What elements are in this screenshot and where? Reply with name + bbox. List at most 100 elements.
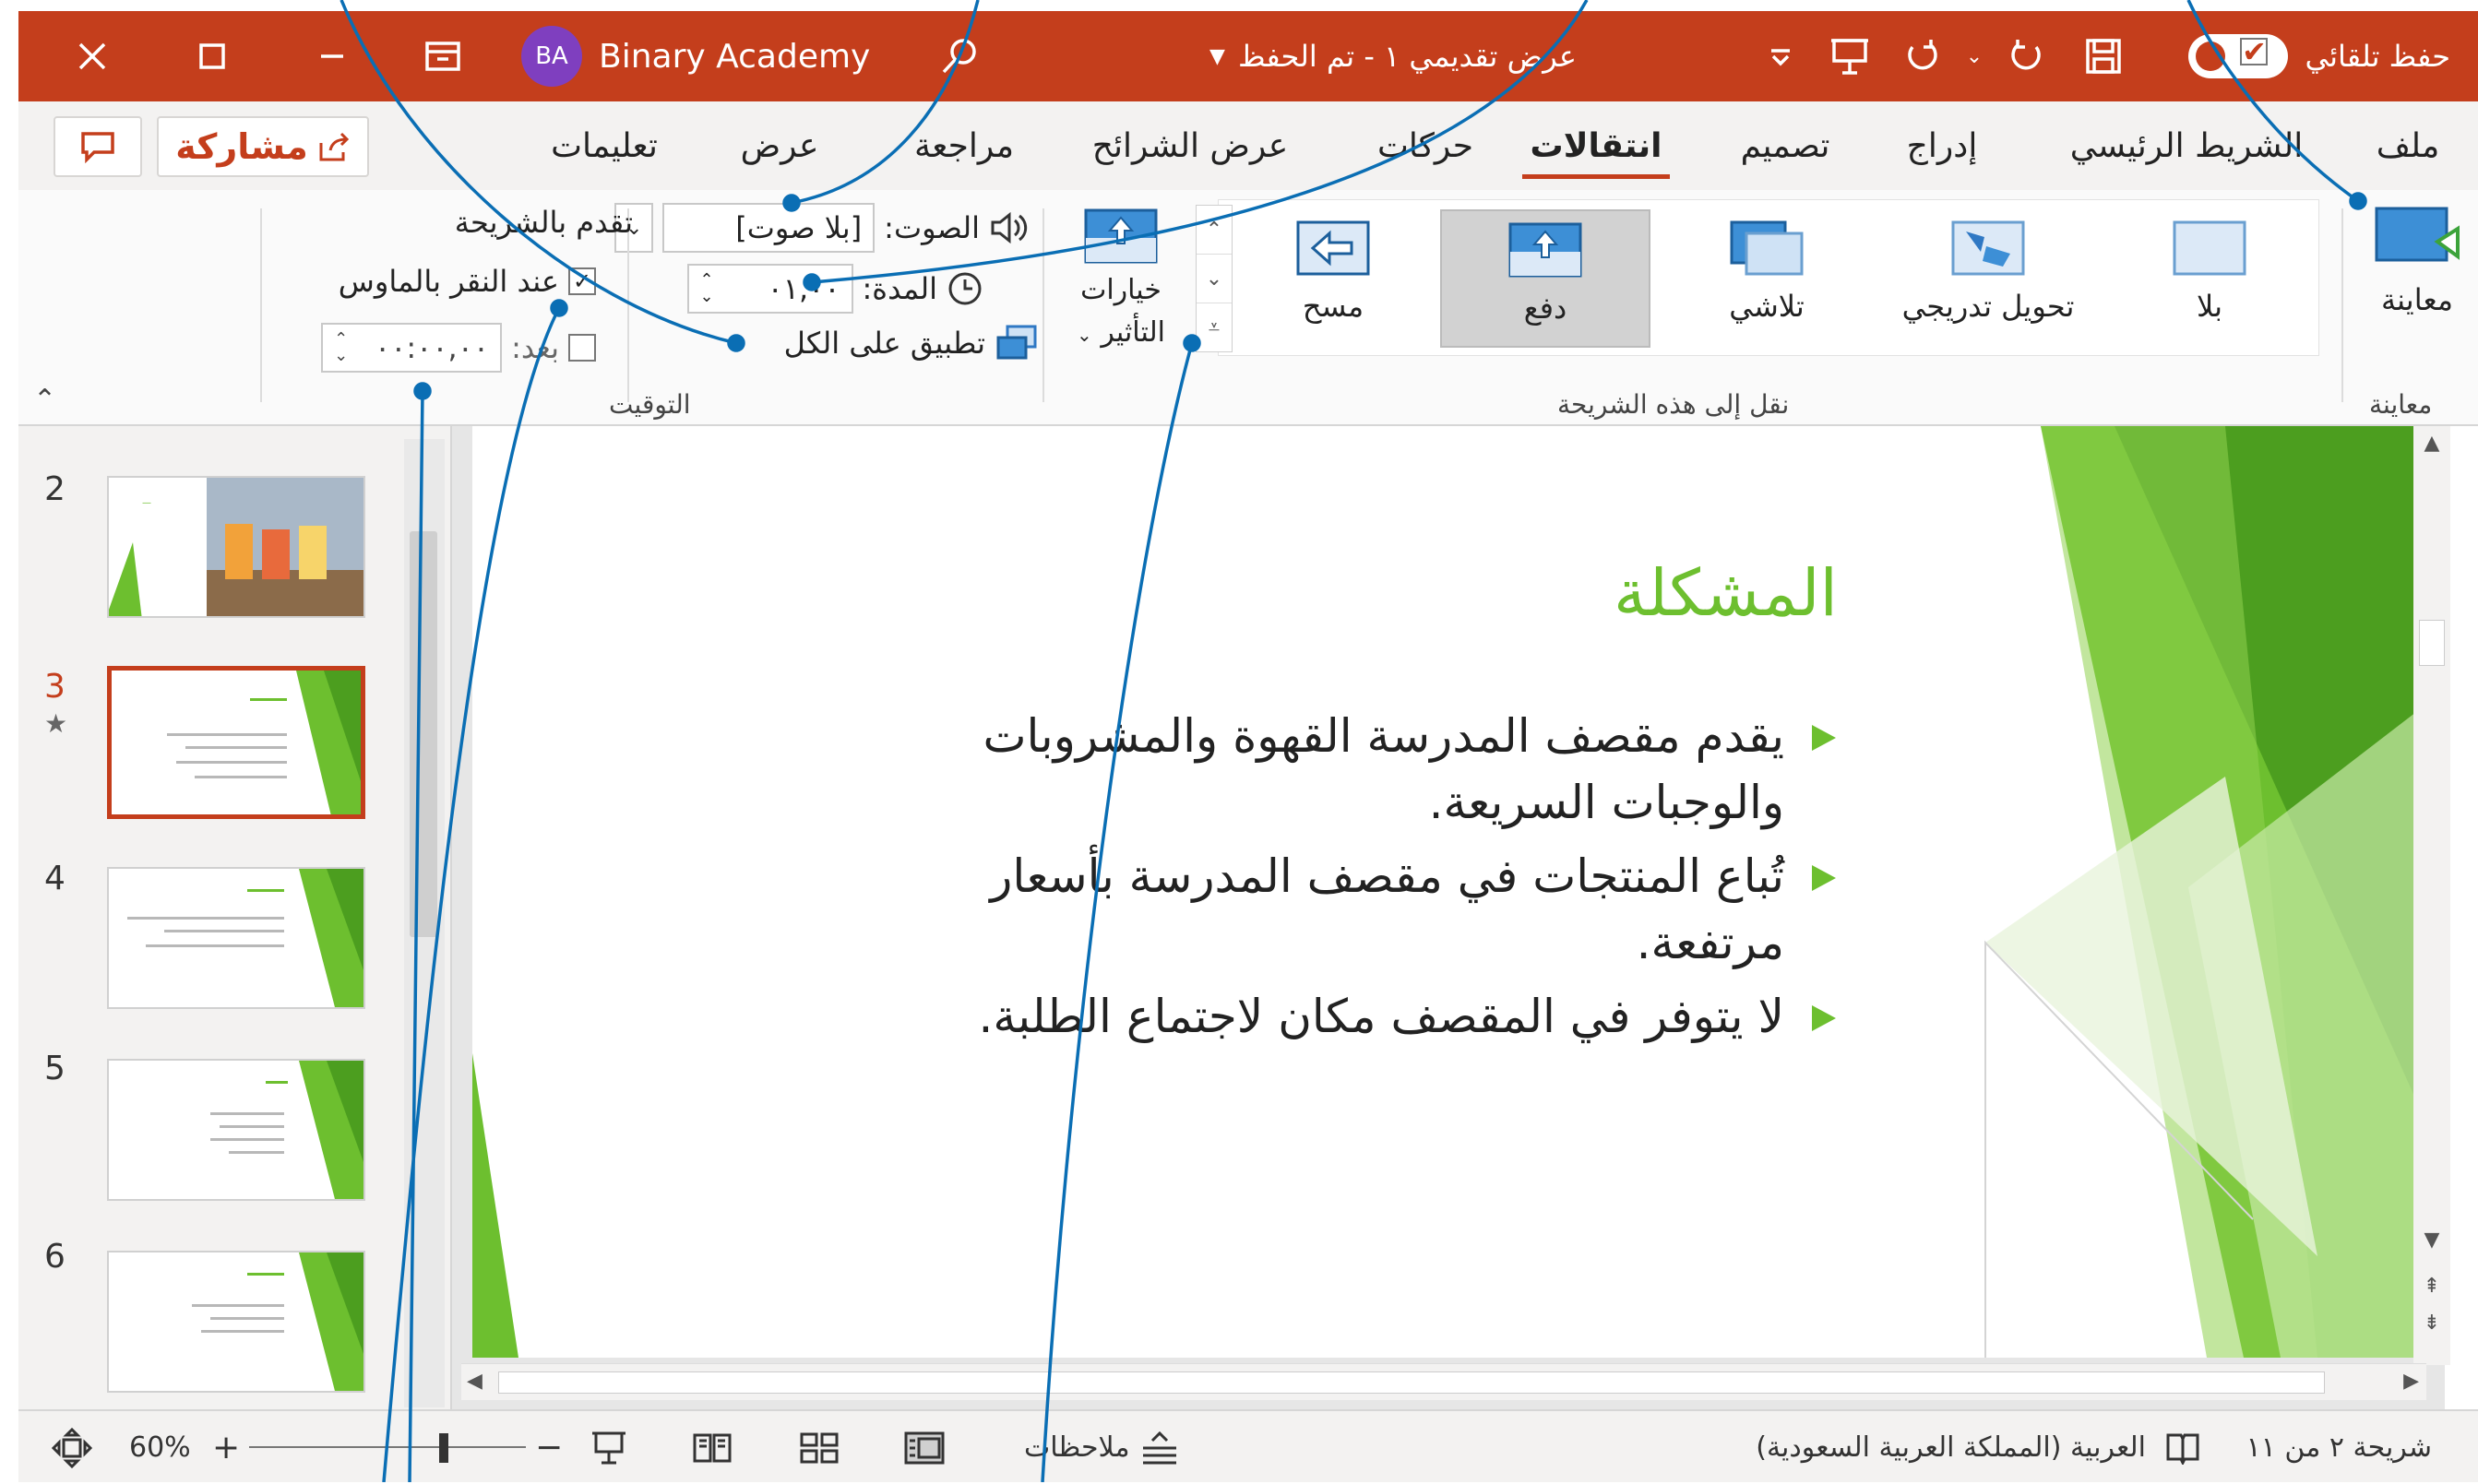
autosave-toggle[interactable]: ✔ xyxy=(2188,34,2289,78)
autosave-control[interactable]: حفظ تلقائي ✔ xyxy=(2188,11,2450,101)
scroll-left-icon[interactable]: ◀ xyxy=(467,1370,482,1393)
scroll-up-icon[interactable]: ▲ xyxy=(2413,432,2450,455)
current-slide[interactable]: المشكلة يقدم مقصف المدرسة القهوة والمشرو… xyxy=(472,426,2428,1358)
toggle-knob xyxy=(2196,42,2226,71)
slide-title[interactable]: المشكلة xyxy=(1614,555,1838,631)
tab-help[interactable]: تعليمات xyxy=(535,118,673,173)
collapse-ribbon-icon[interactable]: ⌃ xyxy=(33,384,56,416)
slideshow-view-button[interactable] xyxy=(590,1411,627,1484)
spinner-arrows-icon[interactable]: ⌃ ⌄ xyxy=(334,331,348,364)
tab-design[interactable]: تصميم xyxy=(1725,118,1845,173)
title-bar: BA Binary Academy عرض تقديمي ١ - تم الحف… xyxy=(18,11,2478,101)
scroll-right-icon[interactable]: ▶ xyxy=(2403,1370,2419,1393)
sound-value: [بلا صوت] xyxy=(735,210,863,245)
ribbon-display-button[interactable] xyxy=(387,11,498,101)
close-button[interactable] xyxy=(37,11,148,101)
tab-view[interactable]: عرض xyxy=(729,118,830,173)
reading-view-button[interactable] xyxy=(692,1411,733,1484)
gallery-up-button[interactable]: ⌃ xyxy=(1197,206,1232,255)
comment-icon xyxy=(81,132,114,163)
normal-view-button[interactable] xyxy=(904,1411,945,1484)
slide-sorter-icon xyxy=(800,1432,839,1463)
account-button[interactable]: BA Binary Academy xyxy=(521,26,870,87)
transition-fade[interactable]: تلاشي xyxy=(1662,209,1872,348)
notes-label: ملاحظات xyxy=(1024,1431,1130,1464)
preview-button[interactable]: معاينة xyxy=(2362,203,2472,350)
redo-dropdown[interactable]: ⌄ xyxy=(1956,11,1993,101)
book-icon xyxy=(2166,1433,2199,1465)
search-button[interactable] xyxy=(923,11,996,101)
gallery-down-button[interactable]: ⌄ xyxy=(1197,255,1232,303)
vertical-scrollbar[interactable]: ▲ ▼ ⇞ ⇟ xyxy=(2413,426,2450,1365)
duration-label: المدة: xyxy=(862,271,937,306)
tab-home[interactable]: الشريط الرئيسي xyxy=(2048,118,2325,173)
redo-button[interactable] xyxy=(1891,11,1956,101)
duration-spinner[interactable]: ٠١,٠٠ ⌃ ⌄ xyxy=(686,264,853,314)
zoom-out-button[interactable]: − xyxy=(535,1411,563,1484)
scrollbar-thumb[interactable] xyxy=(410,531,437,937)
slide-bullet-list[interactable]: يقدم مقصف المدرسة القهوة والمشروبات والو… xyxy=(841,703,1838,1057)
thumbnail-number: 4 xyxy=(44,860,66,897)
next-slide-icon[interactable]: ⇟ xyxy=(2413,1312,2450,1335)
effect-options-button[interactable]: خيارات التأثير ⌄ xyxy=(1070,207,1172,363)
group-divider xyxy=(1042,208,1044,402)
transition-wipe[interactable]: مسح xyxy=(1228,209,1438,348)
language-indicator[interactable]: العربية (المملكة العربية السعودية) xyxy=(1756,1411,2146,1484)
transition-none[interactable]: بلا xyxy=(2104,209,2315,348)
transition-morph[interactable]: تحويل تدريجي xyxy=(1883,209,2093,348)
normal-view-icon xyxy=(904,1431,945,1464)
effect-options-line2: التأثير xyxy=(1101,316,1165,349)
transition-label: مسح xyxy=(1302,289,1364,324)
previous-slide-icon[interactable]: ⇞ xyxy=(2413,1275,2450,1298)
spinner-arrows-icon[interactable]: ⌃ ⌄ xyxy=(700,272,714,305)
gallery-more-button[interactable]: ⩡ xyxy=(1197,303,1232,351)
transition-wipe-icon xyxy=(1296,220,1370,276)
minimize-button[interactable] xyxy=(277,11,387,101)
transitions-gallery: بلا تحويل تدريجي تلاشي دفع مسح xyxy=(1218,199,2319,356)
spell-check-button[interactable] xyxy=(2164,1411,2201,1484)
tab-review[interactable]: مراجعة xyxy=(890,118,1038,173)
duration-row: المدة: ٠١,٠٠ ⌃ ⌄ xyxy=(686,264,983,314)
share-button[interactable]: مشاركة xyxy=(157,116,369,177)
ribbon-display-icon xyxy=(425,42,460,71)
save-button[interactable] xyxy=(2071,11,2136,101)
horizontal-scrollbar[interactable]: ◀ ▶ xyxy=(461,1363,2426,1400)
on-click-label: عند النقر بالماوس xyxy=(338,264,559,299)
tab-slideshow[interactable]: عرض الشرائح xyxy=(1079,118,1301,173)
thumbnail-image xyxy=(107,666,365,819)
undo-button[interactable] xyxy=(1993,11,2057,101)
tab-transitions[interactable]: انتقالات xyxy=(1522,118,1670,179)
timing-group-label: التوقيت xyxy=(609,389,691,420)
maximize-button[interactable] xyxy=(157,11,268,101)
tab-file[interactable]: ملف xyxy=(2366,118,2449,173)
undo-icon xyxy=(2011,40,2041,70)
tab-animations[interactable]: حركات xyxy=(1365,118,1485,173)
scrollbar-thumb[interactable] xyxy=(2419,620,2445,666)
on-click-checkbox[interactable]: ✓ xyxy=(568,267,596,295)
thumbnails-scrollbar[interactable] xyxy=(404,439,445,1407)
transition-push[interactable]: دفع xyxy=(1440,209,1650,348)
transition-push-icon xyxy=(1508,222,1582,278)
scroll-down-icon[interactable]: ▼ xyxy=(2413,1229,2450,1252)
zoom-in-button[interactable]: + xyxy=(212,1411,240,1484)
on-mouse-click-option[interactable]: ✓ عند النقر بالماوس xyxy=(339,264,596,299)
apply-to-all-button[interactable]: تطبيق على الكل xyxy=(784,325,1039,362)
slide-editor: المشكلة يقدم مقصف المدرسة القهوة والمشرو… xyxy=(452,426,2445,1409)
customize-toolbar-button[interactable] xyxy=(1753,11,1808,101)
after-checkbox[interactable] xyxy=(568,334,596,362)
scrollbar-thumb[interactable] xyxy=(498,1371,2325,1394)
tab-insert[interactable]: إدراج xyxy=(1891,118,1993,173)
document-title[interactable]: عرض تقديمي ١ - تم الحفظ ▼ xyxy=(1190,11,1596,101)
duration-value: ٠١,٠٠ xyxy=(767,271,840,306)
fit-to-window-button[interactable] xyxy=(52,1411,92,1484)
present-from-start-button[interactable] xyxy=(1817,11,1882,101)
document-title-text: عرض تقديمي ١ - تم الحفظ xyxy=(1237,39,1577,74)
slide-sorter-button[interactable] xyxy=(799,1411,840,1484)
zoom-slider[interactable] xyxy=(249,1411,526,1484)
notes-button[interactable]: ملاحظات xyxy=(1024,1411,1180,1484)
after-time-spinner[interactable]: ٠٠:٠٠,٠٠ ⌃ ⌄ xyxy=(321,323,503,373)
comments-button[interactable] xyxy=(54,116,142,177)
zoom-level[interactable]: 60% xyxy=(129,1411,191,1484)
sound-select[interactable]: [بلا صوت] xyxy=(662,203,876,253)
zoom-slider-thumb[interactable] xyxy=(439,1433,448,1463)
